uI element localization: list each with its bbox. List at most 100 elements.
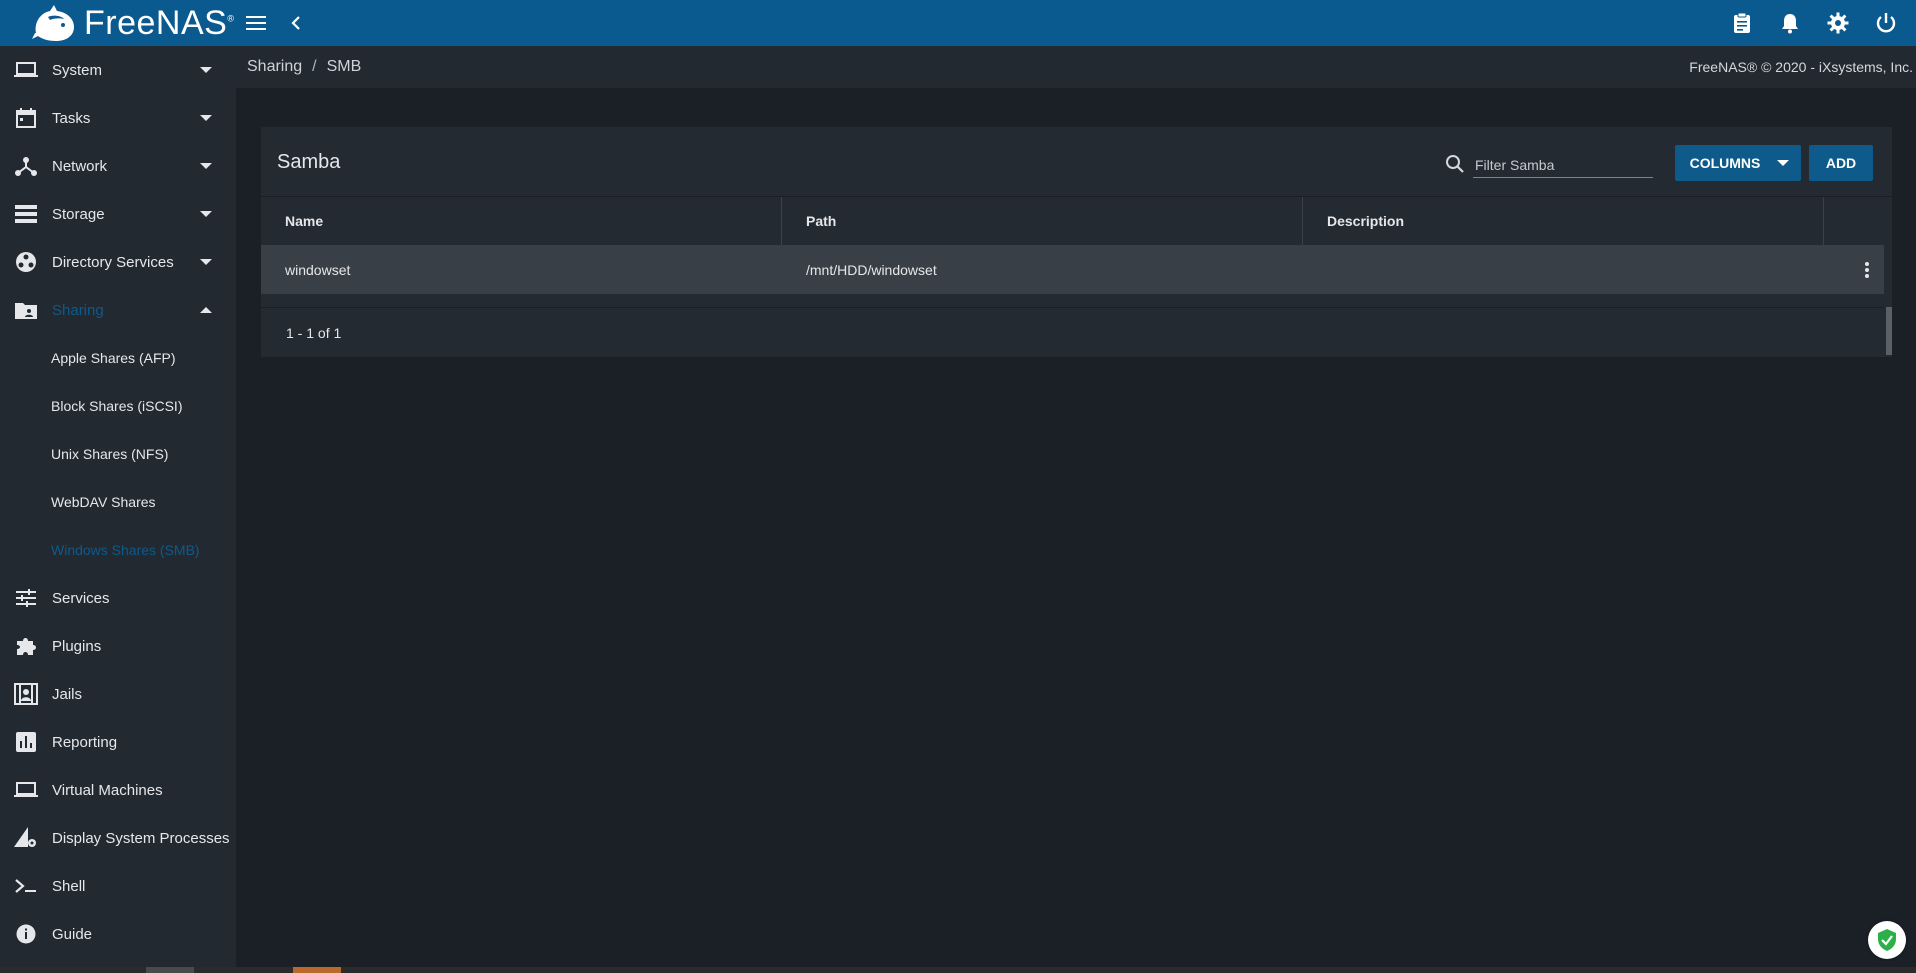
row-actions-button[interactable] [1824, 245, 1884, 294]
cell-path: /mnt/HDD/windowset [806, 261, 937, 278]
sidebar-item-label: Tasks [52, 109, 91, 127]
clipboard-icon [1734, 12, 1750, 33]
sidebar-subitem-webdav[interactable]: WebDAV Shares [0, 478, 236, 526]
cell-name: windowset [285, 261, 351, 278]
sidebar-item-label: Shell [52, 877, 86, 895]
chart-icon [0, 732, 52, 752]
task-manager-button[interactable] [1722, 0, 1762, 46]
dropdown-arrow-icon [1777, 160, 1789, 166]
directory-icon [0, 251, 52, 273]
sidebar-subitem-afp[interactable]: Apple Shares (AFP) [0, 334, 236, 382]
sidebar-item-label: Directory Services [52, 253, 174, 271]
table-scrollbar[interactable] [1886, 307, 1892, 355]
bell-icon [1782, 14, 1798, 34]
chevron-up-icon [200, 307, 212, 313]
settings-button[interactable] [1818, 0, 1858, 46]
chevron-down-icon [200, 163, 212, 169]
chevron-down-icon [200, 211, 212, 217]
top-bar: FreeNAS® [0, 0, 1916, 46]
breadcrumb-sharing[interactable]: Sharing [247, 58, 302, 76]
logo-text: FreeNAS [84, 3, 228, 42]
storage-icon [0, 205, 52, 223]
sidebar-item-label: Reporting [52, 733, 118, 751]
column-header-path[interactable]: Path [782, 197, 1303, 245]
logo-registered-mark: ® [227, 13, 235, 24]
power-button[interactable] [1866, 0, 1906, 46]
table-header: Name Path Description [261, 196, 1892, 245]
power-icon [1876, 13, 1896, 33]
puzzle-icon [0, 635, 52, 657]
sidebar-subitem-nfs[interactable]: Unix Shares (NFS) [0, 430, 236, 478]
sidebar-item-label: Virtual Machines [52, 781, 163, 799]
sidebar-subitem-iscsi[interactable]: Block Shares (iSCSI) [0, 382, 236, 430]
sidebar-item-virtual-machines[interactable]: Virtual Machines [0, 766, 236, 814]
more-vert-icon [1865, 261, 1869, 278]
info-icon [0, 924, 52, 944]
sidebar-item-label: Jails [52, 685, 83, 703]
column-header-description[interactable]: Description [1303, 197, 1824, 245]
alerts-button[interactable] [1770, 0, 1810, 46]
sidebar-item-system[interactable]: System [0, 46, 236, 94]
sidebar-subitem-smb[interactable]: Windows Shares (SMB) [0, 526, 236, 574]
shared-folder-icon [0, 301, 52, 319]
breadcrumb: Sharing / SMB FreeNAS® © 2020 - iXsystem… [236, 46, 1916, 88]
laptop-icon [0, 781, 52, 799]
sidebar-item-services[interactable]: Services [0, 574, 236, 622]
menu-icon [246, 16, 266, 30]
network-icon [0, 156, 52, 176]
sidebar-item-label: Plugins [52, 637, 102, 655]
gear-icon [1827, 12, 1849, 34]
chevron-down-icon [200, 259, 212, 265]
collapse-sidebar-button[interactable] [276, 0, 316, 46]
search-icon [1446, 155, 1464, 173]
columns-button-label: COLUMNS [1689, 155, 1761, 171]
table-row[interactable]: windowset /mnt/HDD/windowset [261, 245, 1884, 294]
cell-description [1303, 245, 1824, 294]
column-header-name[interactable]: Name [261, 197, 782, 245]
chevron-left-icon [291, 16, 300, 30]
sliders-icon [0, 589, 52, 607]
freenas-logo[interactable]: FreeNAS® [0, 0, 236, 46]
sidebar-item-tasks[interactable]: Tasks [0, 94, 236, 142]
terminal-icon [0, 879, 52, 893]
sidebar-item-plugins[interactable]: Plugins [0, 622, 236, 670]
column-header-actions [1824, 197, 1892, 245]
filter-samba-input[interactable] [1473, 152, 1653, 178]
sidebar-item-reporting[interactable]: Reporting [0, 718, 236, 766]
taskbar-segment [146, 967, 194, 973]
sidebar-item-label: Guide [52, 925, 93, 943]
calendar-icon [0, 108, 52, 128]
laptop-icon [0, 61, 52, 79]
freenas-shark-icon [32, 5, 74, 41]
jail-icon [0, 683, 52, 705]
samba-shares-card: Samba COLUMNS ADD Name Path Description … [261, 127, 1892, 357]
columns-button[interactable]: COLUMNS [1675, 145, 1801, 181]
sidebar-item-storage[interactable]: Storage [0, 190, 236, 238]
menu-toggle-button[interactable] [236, 0, 276, 46]
add-button[interactable]: ADD [1809, 145, 1873, 181]
sidebar-item-display-system-processes[interactable]: Display System Processes [0, 814, 236, 862]
security-shield-button[interactable] [1868, 921, 1906, 959]
processes-icon [0, 827, 52, 849]
sidebar-item-shell[interactable]: Shell [0, 862, 236, 910]
sidebar-item-directory-services[interactable]: Directory Services [0, 238, 236, 286]
sidebar-item-sharing[interactable]: Sharing [0, 286, 236, 334]
pagination-range: 1 - 1 of 1 [261, 307, 1884, 357]
taskbar-segment [293, 967, 341, 973]
sidebar-item-guide[interactable]: Guide [0, 910, 236, 958]
sidebar-item-label: Sharing [52, 301, 104, 319]
sidebar-item-label: Display System Processes [52, 829, 230, 847]
breadcrumb-smb: SMB [326, 58, 362, 75]
sidebar-item-jails[interactable]: Jails [0, 670, 236, 718]
sidebar-item-network[interactable]: Network [0, 142, 236, 190]
sidebar-item-label: Storage [52, 205, 105, 223]
breadcrumb-separator: / [312, 58, 317, 75]
filter-field [1445, 150, 1653, 180]
sidebar-item-label: System [52, 61, 103, 79]
copyright-text: FreeNAS® © 2020 - iXsystems, Inc. [1689, 59, 1913, 75]
card-title: Samba [277, 151, 341, 173]
chevron-down-icon [200, 67, 212, 73]
sidebar-item-label: Network [52, 157, 108, 175]
chevron-down-icon [200, 115, 212, 121]
sidebar-item-label: Services [52, 589, 110, 607]
